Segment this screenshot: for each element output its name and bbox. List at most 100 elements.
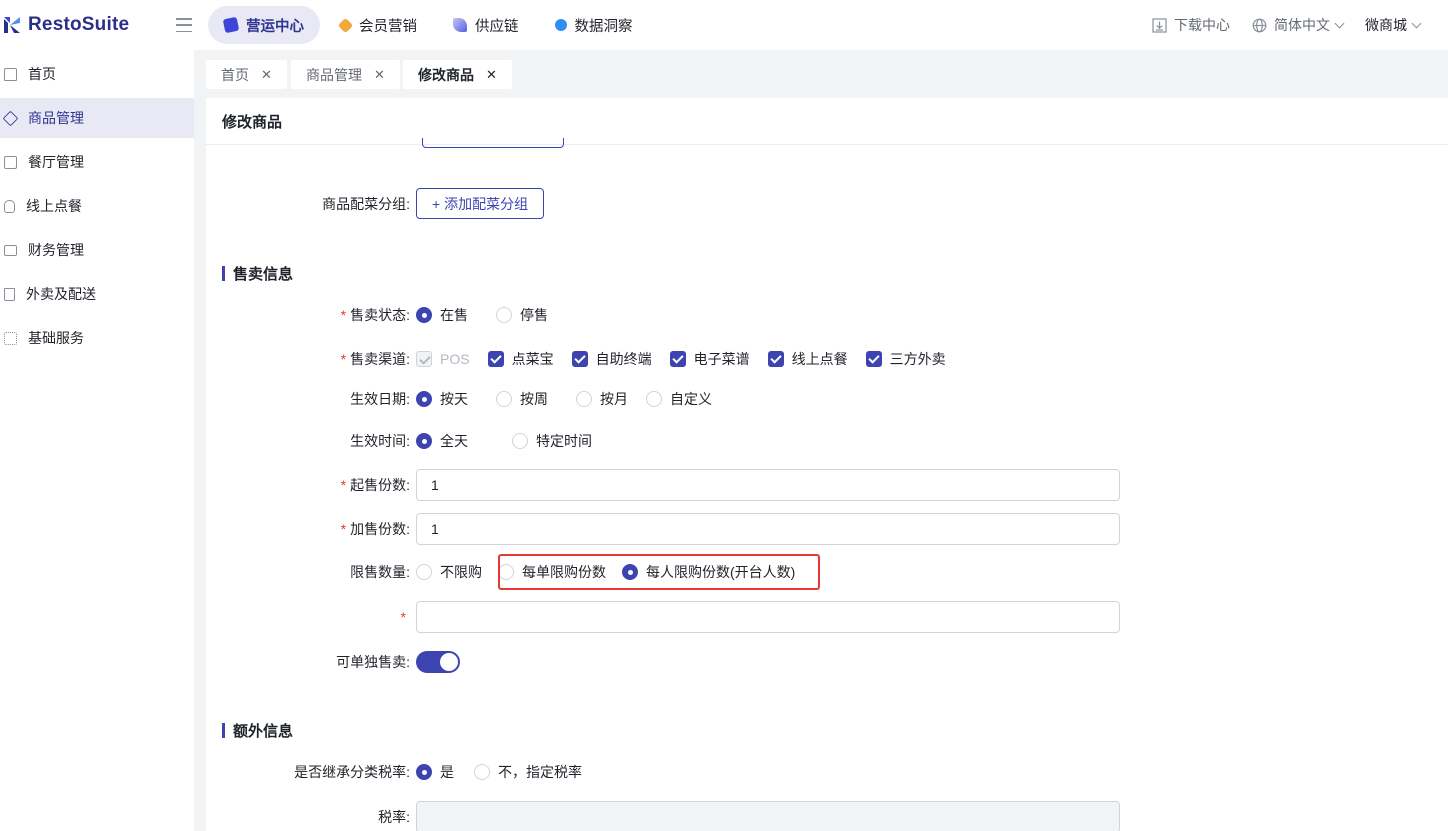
sidebar: 首页 商品管理 餐厅管理 线上点餐 财务管理 外卖及配送 基础服务 (0, 50, 194, 831)
page-tab-label: 修改商品 (418, 66, 474, 83)
increment-qty-input[interactable]: 1 (416, 513, 1120, 545)
section-title-text: 售卖信息 (233, 266, 294, 283)
sell-alone-label: 可单独售卖: (336, 654, 410, 670)
page-tab-label: 首页 (221, 66, 249, 83)
sidebar-item-delivery[interactable]: 外卖及配送 (0, 274, 194, 314)
radio-unchecked[interactable] (576, 391, 592, 407)
sidebar-item-label: 首页 (28, 66, 56, 82)
checkbox-checked[interactable] (669, 351, 686, 367)
sell-alone-toggle[interactable] (416, 651, 460, 673)
checkbox-checked[interactable] (571, 351, 588, 367)
page-tab-label: 商品管理 (306, 66, 362, 83)
globe-icon (1252, 18, 1267, 32)
sale-status-on-sale-radio[interactable]: 在售 (416, 305, 468, 325)
highlight-box (498, 554, 820, 590)
channel-kiosk-checkbox[interactable]: 自助终端 (571, 349, 652, 369)
operations-icon (222, 16, 240, 34)
min-sale-qty-input[interactable]: 1 (416, 469, 1120, 501)
top-bar: RestoSuite 营运中心 会员营销 供应链 数据洞察 下载中心 简体中文 … (0, 0, 1448, 50)
extra-section-title: 额外信息 (222, 720, 293, 741)
sidebar-item-label: 财务管理 (28, 242, 84, 258)
limit-value-label: * (400, 609, 406, 625)
language-select[interactable]: 简体中文 (1252, 15, 1345, 35)
sidebar-item-home[interactable]: 首页 (0, 54, 194, 94)
nav-tab-operations[interactable]: 营运中心 (208, 6, 320, 44)
checkbox-checked[interactable] (767, 351, 784, 367)
collapse-menu-icon[interactable] (176, 18, 192, 32)
nav-tab-membership[interactable]: 会员营销 (324, 6, 433, 44)
effective-date-weekly-radio[interactable]: 按周 (496, 389, 548, 409)
tax-rate-row: 税率: (206, 801, 1448, 831)
radio-unchecked[interactable] (416, 564, 432, 580)
radio-unchecked[interactable] (474, 764, 490, 780)
radio-unchecked[interactable] (646, 391, 662, 407)
cube-icon (2, 110, 19, 126)
channel-diancaibao-checkbox[interactable]: 点菜宝 (487, 349, 554, 369)
radio-unchecked[interactable] (512, 433, 528, 449)
app-logo[interactable]: RestoSuite (2, 14, 172, 36)
min-sale-qty-row: * 起售份数: 1 (206, 469, 1448, 501)
limit-value-row: * (206, 601, 1448, 633)
side-dish-group-row: 商品配菜分组: + 添加配菜分组 (206, 188, 1448, 219)
inherit-tax-yes-radio[interactable]: 是 (416, 762, 454, 782)
effective-date-custom-radio[interactable]: 自定义 (646, 389, 712, 409)
close-icon[interactable]: ✕ (486, 67, 497, 83)
limit-value-input[interactable] (416, 601, 1120, 633)
nav-tab-data-insight[interactable]: 数据洞察 (539, 6, 649, 44)
chevron-down-icon (1334, 18, 1345, 28)
data-insight-icon (554, 19, 567, 31)
bag-icon (4, 287, 15, 301)
chevron-down-icon (1411, 18, 1422, 28)
limit-none-radio[interactable]: 不限购 (416, 562, 482, 582)
radio-unchecked[interactable] (496, 307, 512, 323)
effective-time-all-day-radio[interactable]: 全天 (416, 431, 468, 451)
home-icon (4, 67, 17, 81)
radio-checked[interactable] (416, 433, 432, 449)
close-icon[interactable]: ✕ (374, 67, 385, 83)
effective-date-daily-radio[interactable]: 按天 (416, 389, 468, 409)
sidebar-item-product-management[interactable]: 商品管理 (0, 98, 194, 138)
sidebar-item-basic-services[interactable]: 基础服务 (0, 318, 194, 358)
sell-alone-row: 可单独售卖: (206, 651, 1448, 673)
sidebar-item-online-ordering[interactable]: 线上点餐 (0, 186, 194, 226)
user-menu[interactable]: 微商城 (1365, 15, 1422, 35)
increment-qty-row: * 加售份数: 1 (206, 513, 1448, 545)
effective-date-row: 生效日期: 按天 按周 按月 自定义 (206, 388, 1448, 410)
checkbox-checked[interactable] (865, 351, 882, 367)
page-tab-edit-product[interactable]: 修改商品 ✕ (403, 60, 512, 89)
download-center-link[interactable]: 下载中心 (1152, 15, 1230, 35)
nav-tab-supply-chain[interactable]: 供应链 (437, 6, 535, 44)
page-tab-bar: 首页 ✕ 商品管理 ✕ 修改商品 ✕ (194, 50, 1448, 98)
min-sale-qty-label: * 起售份数: (340, 477, 410, 493)
sidebar-item-finance-management[interactable]: 财务管理 (0, 230, 194, 270)
effective-time-row: 生效时间: 全天 特定时间 (206, 430, 1448, 452)
membership-icon (337, 17, 354, 33)
sale-status-stopped-radio[interactable]: 停售 (496, 305, 548, 325)
restosuite-logo-icon (2, 15, 22, 35)
channel-e-menu-checkbox[interactable]: 电子菜谱 (669, 349, 750, 369)
effective-date-monthly-radio[interactable]: 按月 (576, 389, 628, 409)
section-title-text: 额外信息 (233, 723, 294, 740)
language-label: 简体中文 (1274, 17, 1330, 33)
inherit-tax-no-radio[interactable]: 不，指定税率 (474, 762, 582, 782)
channel-online-ordering-checkbox[interactable]: 线上点餐 (767, 349, 848, 369)
add-side-dish-group-button[interactable]: + 添加配菜分组 (416, 188, 545, 219)
sale-status-label: * 售卖状态: (340, 307, 410, 323)
page-tab-product-management[interactable]: 商品管理 ✕ (291, 60, 400, 89)
radio-checked[interactable] (416, 307, 432, 323)
radio-unchecked[interactable] (496, 391, 512, 407)
radio-checked[interactable] (416, 391, 432, 407)
sidebar-item-label: 餐厅管理 (28, 154, 84, 170)
sidebar-item-restaurant-management[interactable]: 餐厅管理 (0, 142, 194, 182)
close-icon[interactable]: ✕ (261, 67, 272, 83)
channel-third-party-delivery-checkbox[interactable]: 三方外卖 (865, 349, 946, 369)
page-title: 修改商品 (206, 98, 1448, 145)
radio-checked[interactable] (416, 764, 432, 780)
checkbox-checked[interactable] (487, 351, 504, 367)
download-center-label: 下载中心 (1174, 17, 1230, 33)
side-dish-group-label: 商品配菜分组: (322, 195, 410, 212)
folder-icon (4, 244, 17, 256)
effective-time-specific-radio[interactable]: 特定时间 (512, 431, 592, 451)
page-tab-home[interactable]: 首页 ✕ (206, 60, 287, 89)
user-name: 微商城 (1365, 17, 1407, 33)
